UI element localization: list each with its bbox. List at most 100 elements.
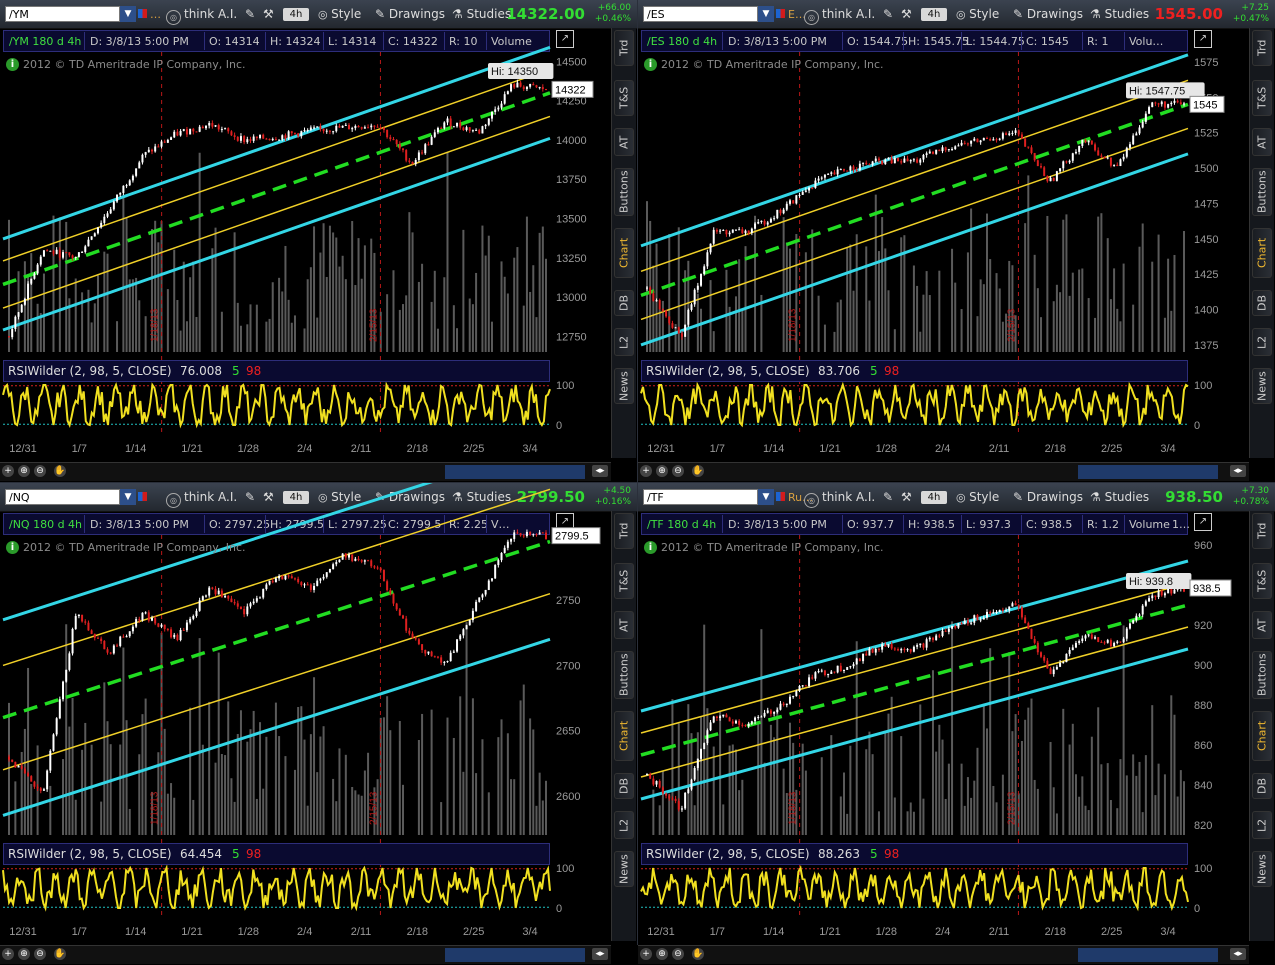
scroll-arrows-icon[interactable]: ◂▸: [1230, 465, 1246, 477]
volume-bar: [931, 670, 934, 835]
side-tab-ts[interactable]: T&S: [1252, 563, 1272, 599]
side-tab-trd[interactable]: Trd: [1252, 30, 1272, 66]
chart-bottom-bar: + ⊕ ⊖ ✋ ◂▸: [638, 462, 1249, 481]
scroll-arrows-icon[interactable]: ◂▸: [592, 465, 608, 477]
side-tab-l2[interactable]: L2: [1252, 811, 1272, 839]
side-tab-l2[interactable]: L2: [614, 811, 634, 839]
candle-body: [481, 594, 484, 598]
candle-body: [874, 648, 877, 653]
zoom-out-icon[interactable]: ⊖: [34, 465, 46, 477]
side-tab-chart[interactable]: Chart: [1252, 228, 1272, 278]
candle-body: [1141, 121, 1144, 128]
info-icon[interactable]: i: [6, 541, 19, 554]
candle-body: [227, 595, 230, 599]
side-tab-chart[interactable]: Chart: [614, 228, 634, 278]
side-tab-at[interactable]: AT: [614, 611, 634, 639]
candle-body: [8, 756, 10, 760]
candle-body: [516, 82, 519, 88]
hand-icon[interactable]: ✋: [54, 948, 66, 960]
volume-bar: [966, 777, 969, 835]
side-tab-at[interactable]: AT: [614, 128, 634, 156]
candle-body: [138, 162, 141, 169]
candle-body: [912, 646, 915, 652]
rsi-label: RSIWilder (2, 98, 5, CLOSE): [8, 364, 172, 378]
scroll-arrows-icon[interactable]: ◂▸: [1230, 948, 1246, 960]
rsi-value: 76.008: [180, 364, 222, 378]
expand-icon[interactable]: +: [640, 465, 652, 477]
side-tab-news[interactable]: News: [614, 851, 634, 887]
candle-body: [963, 620, 966, 625]
candle-body: [109, 209, 112, 214]
volume-bar: [316, 772, 319, 835]
candle-body: [14, 761, 17, 768]
info-icon[interactable]: i: [644, 541, 657, 554]
side-tab-ts[interactable]: T&S: [614, 563, 634, 599]
zoom-in-icon[interactable]: ⊕: [656, 465, 668, 477]
expand-icon[interactable]: +: [640, 948, 652, 960]
candle-body: [532, 84, 535, 86]
chart-scrollbar[interactable]: [1078, 465, 1218, 479]
candle-body: [281, 575, 284, 580]
zoom-in-icon[interactable]: ⊕: [18, 465, 30, 477]
chart-scrollbar[interactable]: [1078, 948, 1218, 962]
side-tab-ts[interactable]: T&S: [1252, 80, 1272, 116]
candle-body: [836, 665, 839, 673]
scroll-arrows-icon[interactable]: ◂▸: [592, 948, 608, 960]
side-tab-db[interactable]: DB: [614, 290, 634, 316]
candle-body: [776, 709, 779, 713]
rsi-param-2: 98: [246, 364, 262, 378]
chart-scrollbar[interactable]: [445, 465, 585, 479]
side-tab-chart[interactable]: Chart: [614, 711, 634, 761]
side-tab-buttons[interactable]: Buttons: [614, 651, 634, 699]
expand-icon[interactable]: +: [2, 465, 14, 477]
candle-body: [1170, 588, 1173, 594]
candle-body: [966, 143, 969, 145]
candle-body: [1122, 638, 1125, 642]
volume-bar: [1100, 213, 1103, 352]
volume-bar: [122, 647, 125, 835]
chart-scrollbar[interactable]: [445, 948, 585, 962]
expand-icon[interactable]: +: [2, 948, 14, 960]
candle-body: [236, 603, 239, 607]
side-tab-l2[interactable]: L2: [1252, 328, 1272, 356]
volume-bar: [1167, 258, 1170, 352]
side-tab-news[interactable]: News: [1252, 368, 1272, 404]
side-tab-news[interactable]: News: [614, 368, 634, 404]
candle-body: [332, 564, 335, 570]
side-tab-db[interactable]: DB: [614, 773, 634, 799]
hand-icon[interactable]: ✋: [692, 948, 704, 960]
hand-icon[interactable]: ✋: [692, 465, 704, 477]
candle-body: [405, 150, 408, 161]
hand-icon[interactable]: ✋: [54, 465, 66, 477]
candle-body: [233, 602, 236, 604]
side-tab-buttons[interactable]: Buttons: [1252, 651, 1272, 699]
zoom-out-icon[interactable]: ⊖: [672, 465, 684, 477]
side-tab-db[interactable]: DB: [1252, 290, 1272, 316]
info-icon[interactable]: i: [6, 58, 19, 71]
volume-bar: [338, 266, 341, 352]
side-tab-buttons[interactable]: Buttons: [1252, 168, 1272, 216]
side-tab-l2[interactable]: L2: [614, 328, 634, 356]
zoom-in-icon[interactable]: ⊕: [18, 948, 30, 960]
side-tab-trd[interactable]: Trd: [614, 513, 634, 549]
side-tab-news[interactable]: News: [1252, 851, 1272, 887]
side-tab-at[interactable]: AT: [1252, 128, 1272, 156]
side-tab-trd[interactable]: Trd: [1252, 513, 1272, 549]
period-label: 1/18/13: [150, 308, 161, 342]
side-tab-chart[interactable]: Chart: [1252, 711, 1272, 761]
zoom-in-icon[interactable]: ⊕: [656, 948, 668, 960]
candle-body: [265, 584, 268, 590]
side-tab-at[interactable]: AT: [1252, 611, 1272, 639]
candle-body: [494, 565, 497, 579]
side-tab-trd[interactable]: Trd: [614, 30, 634, 66]
zoom-out-icon[interactable]: ⊖: [34, 948, 46, 960]
side-tab-ts[interactable]: T&S: [614, 80, 634, 116]
side-tab-buttons[interactable]: Buttons: [614, 168, 634, 216]
zoom-out-icon[interactable]: ⊖: [672, 948, 684, 960]
volume-bar: [227, 701, 230, 835]
candle-body: [1033, 638, 1036, 643]
candle-body: [541, 87, 544, 90]
candle-body: [668, 316, 671, 324]
side-tab-db[interactable]: DB: [1252, 773, 1272, 799]
info-icon[interactable]: i: [644, 58, 657, 71]
